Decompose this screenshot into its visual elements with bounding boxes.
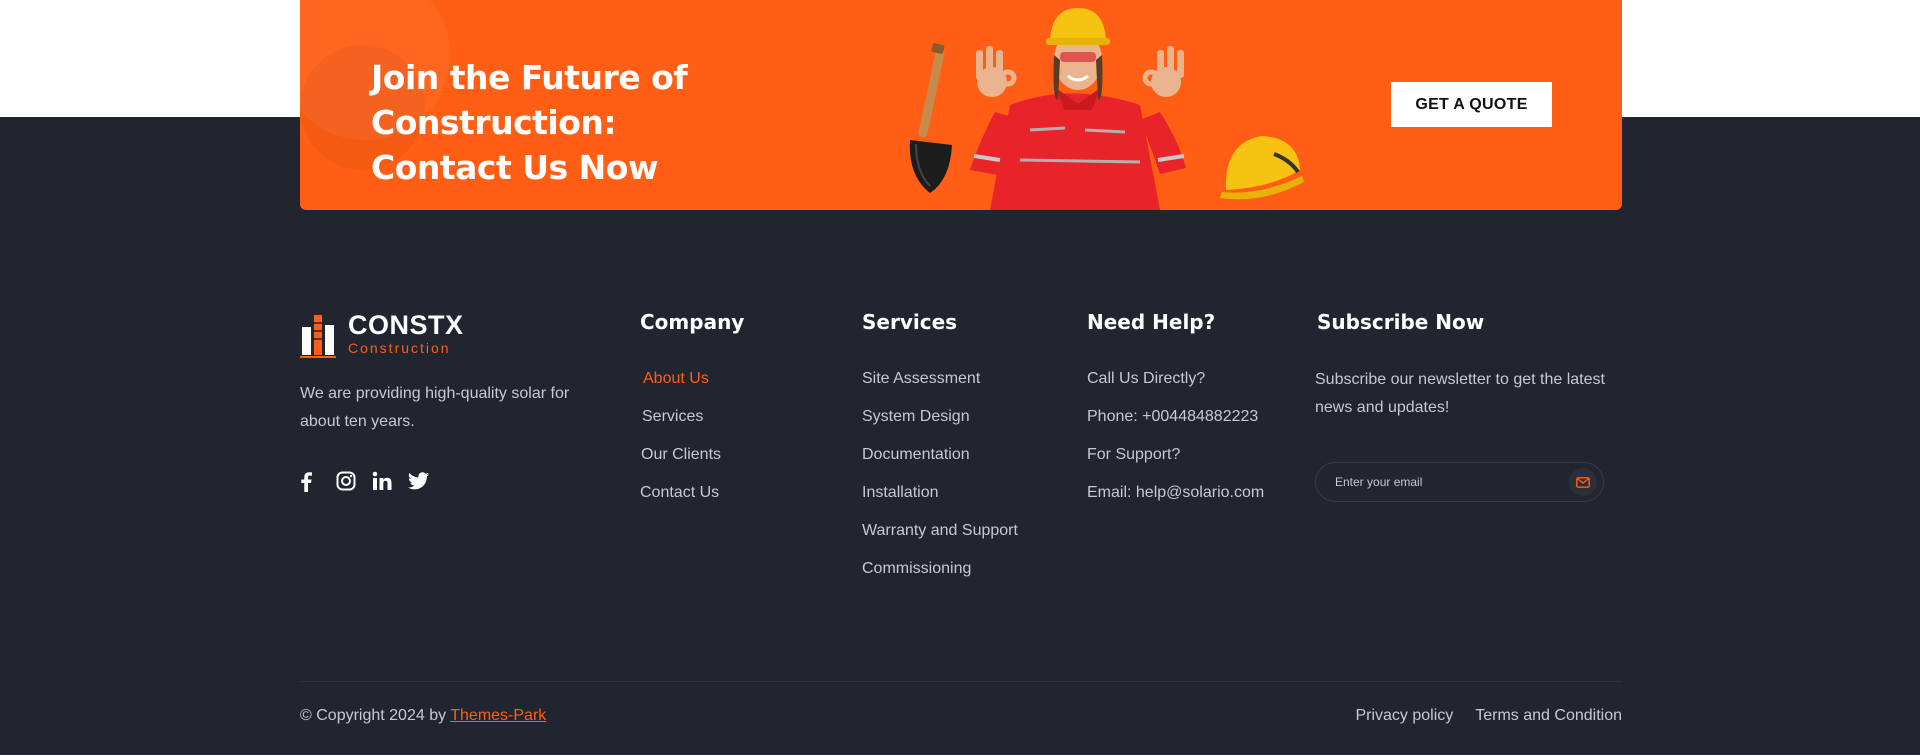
hard-hat-image: [1220, 136, 1304, 200]
company-links: About Us Services Our Clients Contact Us: [640, 369, 721, 521]
services-link-site-assessment[interactable]: Site Assessment: [862, 369, 1018, 407]
instagram-icon[interactable]: [336, 469, 372, 493]
twitter-icon[interactable]: [408, 469, 444, 493]
shovel-image: [909, 43, 952, 193]
themes-park-link[interactable]: Themes-Park: [450, 707, 546, 724]
link-text[interactable]: About Us: [643, 370, 709, 387]
brand-logo[interactable]: CONSTX Construction: [300, 309, 464, 359]
link-text[interactable]: Site Assessment: [862, 370, 980, 387]
copyright-prefix: © Copyright 2024 by: [300, 707, 451, 724]
legal-links: Privacy policy Terms and Condition: [1355, 707, 1622, 725]
copyright-text: © Copyright 2024 by Themes-Park: [300, 707, 546, 725]
link-text[interactable]: Phone: +004484882223: [1087, 408, 1258, 425]
cta-banner: Join the Future of Construction: Contact…: [300, 0, 1622, 210]
link-text[interactable]: Contact Us: [640, 484, 719, 501]
building-logo-icon: [300, 315, 336, 358]
email-input[interactable]: [1316, 475, 1569, 489]
company-link-contact-us[interactable]: Contact Us: [640, 483, 721, 521]
support-label: For Support?: [1087, 446, 1181, 463]
services-links: Site Assessment System Design Documentat…: [862, 369, 1018, 597]
services-link-warranty[interactable]: Warranty and Support: [862, 521, 1018, 559]
worker-illustration: [909, 8, 1304, 210]
link-text[interactable]: Our Clients: [641, 446, 721, 463]
services-link-commissioning[interactable]: Commissioning: [862, 559, 1018, 597]
brand-name: CONSTX: [348, 310, 464, 340]
brand-tagline: Construction: [348, 340, 451, 356]
cta-title-line: Contact Us Now: [371, 148, 658, 187]
link-text[interactable]: Services: [642, 408, 703, 425]
help-list: Call Us Directly? Phone: +004484882223 F…: [1087, 369, 1264, 521]
social-links: [300, 469, 444, 493]
subscribe-description: Subscribe our newsletter to get the late…: [1315, 371, 1605, 416]
services-title: Services: [862, 310, 958, 334]
brand-description: We are providing high-quality solar for …: [300, 385, 570, 430]
link-text[interactable]: Commissioning: [862, 560, 971, 577]
cta-title: Join the Future of Construction: Contact…: [371, 55, 931, 190]
link-text[interactable]: System Design: [862, 408, 970, 425]
company-title: Company: [640, 310, 745, 334]
terms-link[interactable]: Terms and Condition: [1475, 707, 1622, 725]
worker-figure: [970, 8, 1186, 210]
call-us-label: Call Us Directly?: [1087, 370, 1206, 387]
help-title: Need Help?: [1087, 310, 1216, 334]
link-text[interactable]: Warranty and Support: [862, 522, 1018, 539]
phone-link[interactable]: Phone: +004484882223: [1087, 407, 1264, 445]
brand-text: CONSTX Construction: [348, 311, 464, 357]
company-link-about-us[interactable]: About Us: [640, 369, 721, 407]
link-text[interactable]: Installation: [862, 484, 939, 501]
privacy-policy-link[interactable]: Privacy policy: [1355, 707, 1453, 725]
services-link-documentation[interactable]: Documentation: [862, 445, 1018, 483]
company-link-our-clients[interactable]: Our Clients: [640, 445, 721, 483]
envelope-icon: [1576, 476, 1590, 488]
facebook-icon[interactable]: [300, 469, 336, 493]
get-a-quote-button[interactable]: GET A QUOTE: [1391, 82, 1552, 127]
link-text[interactable]: Email: help@solario.com: [1087, 484, 1264, 501]
link-text[interactable]: Documentation: [862, 446, 970, 463]
footer-divider: [300, 681, 1622, 682]
services-link-installation[interactable]: Installation: [862, 483, 1018, 521]
subscribe-button[interactable]: [1569, 468, 1597, 496]
email-link[interactable]: Email: help@solario.com: [1087, 483, 1264, 521]
newsletter-form: [1315, 462, 1604, 502]
subscribe-title: Subscribe Now: [1317, 310, 1485, 334]
services-link-system-design[interactable]: System Design: [862, 407, 1018, 445]
linkedin-icon[interactable]: [372, 469, 408, 493]
company-link-services[interactable]: Services: [640, 407, 721, 445]
cta-title-line: Join the Future of Construction:: [371, 58, 688, 142]
